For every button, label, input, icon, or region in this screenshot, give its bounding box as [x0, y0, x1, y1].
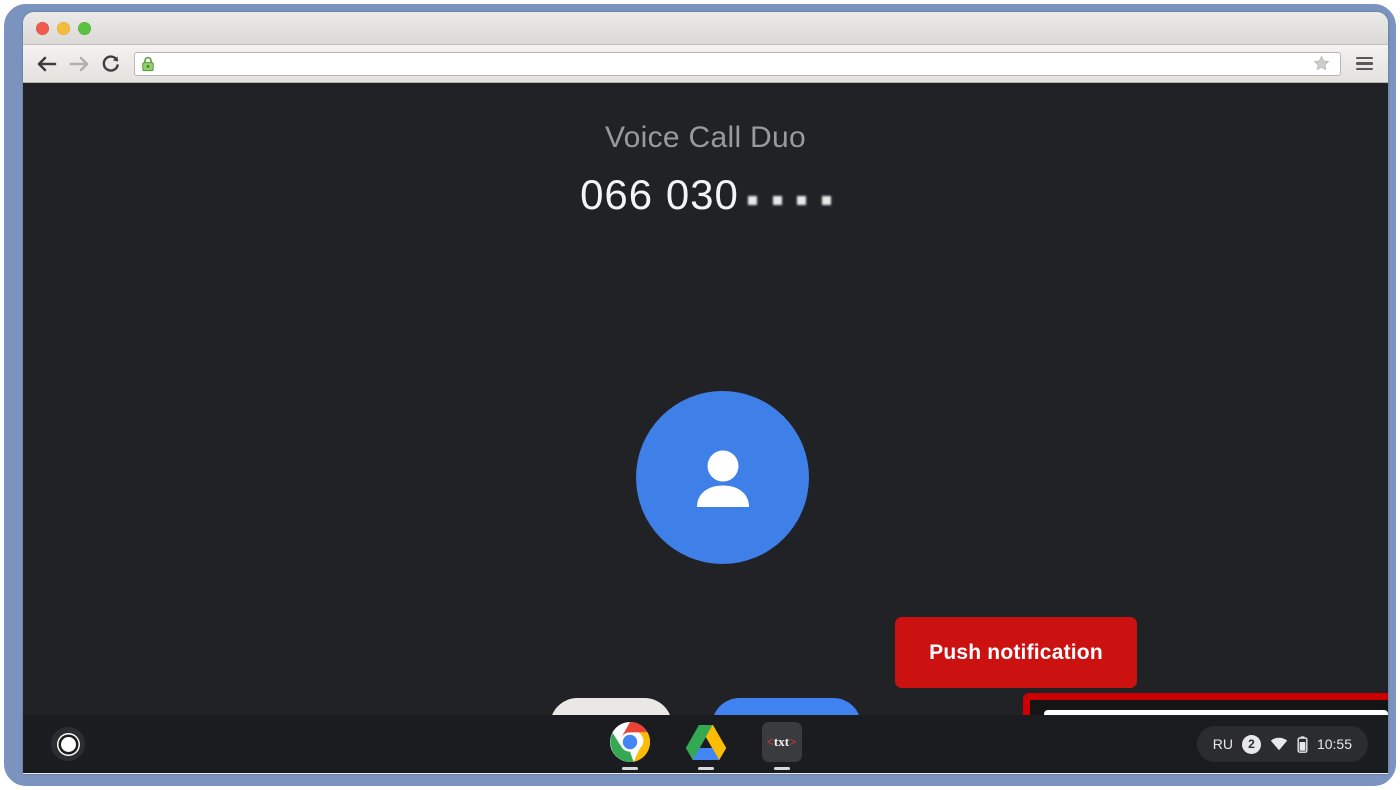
text-icon-right-angle: > [789, 734, 797, 749]
window-controls [36, 22, 91, 35]
back-arrow-icon [37, 56, 57, 71]
app-running-indicator [697, 767, 714, 770]
reload-button[interactable] [96, 50, 126, 78]
caller-number: 066 030 [23, 171, 1388, 219]
wifi-icon [1270, 737, 1288, 751]
close-window-button[interactable] [36, 22, 49, 35]
device-bezel: Voice Call Duo 066 030 Push notification… [4, 4, 1396, 786]
battery-icon [1297, 735, 1308, 753]
desktop-frame: Voice Call Duo 066 030 Push notification… [0, 0, 1400, 790]
minimize-window-button[interactable] [57, 22, 70, 35]
call-title: Voice Call Duo [605, 121, 806, 154]
avatar [636, 391, 809, 564]
push-notification-annotation-label: Push notification [929, 640, 1103, 664]
bookmark-star-icon[interactable] [1308, 52, 1334, 76]
app-running-indicator [621, 767, 638, 770]
caller-number-visible: 066 030 [580, 171, 739, 218]
text-icon-left-angle: < [766, 734, 774, 749]
app-running-indicator [773, 767, 790, 770]
text-editor-icon: < txt > [761, 721, 803, 763]
shelf-item-chrome[interactable] [607, 721, 653, 773]
browser-window: Voice Call Duo 066 030 Push notification… [23, 12, 1388, 774]
hamburger-icon [1355, 56, 1373, 60]
system-tray[interactable]: RU 2 10:55 [1196, 726, 1368, 762]
tray-clock: 10:55 [1316, 736, 1352, 752]
google-drive-icon [685, 721, 727, 763]
tray-notification-badge: 2 [1241, 734, 1261, 754]
text-icon-label: txt [773, 734, 790, 749]
caller-number-redacted [745, 167, 831, 215]
shelf-app-list: < txt > [23, 721, 1388, 773]
person-icon [696, 450, 749, 507]
forward-arrow-icon [69, 56, 89, 71]
green-padlock-icon [142, 56, 154, 71]
reload-icon [102, 54, 119, 72]
forward-button[interactable] [64, 50, 94, 78]
push-notification-annotation: Push notification [895, 617, 1137, 688]
shelf-item-text[interactable]: < txt > [759, 721, 805, 773]
page-content: Voice Call Duo 066 030 Push notification… [23, 83, 1388, 773]
maximize-window-button[interactable] [78, 22, 91, 35]
back-button[interactable] [32, 50, 62, 78]
browser-titlebar [23, 12, 1388, 45]
chromeos-shelf: < txt > RU 2 10:55 [23, 715, 1388, 773]
tray-locale-indicator: RU [1212, 736, 1233, 752]
browser-toolbar [23, 45, 1388, 83]
address-bar[interactable] [134, 51, 1341, 76]
shelf-item-drive[interactable] [683, 721, 729, 773]
chrome-icon [609, 721, 651, 763]
chrome-menu-button[interactable] [1349, 50, 1379, 78]
